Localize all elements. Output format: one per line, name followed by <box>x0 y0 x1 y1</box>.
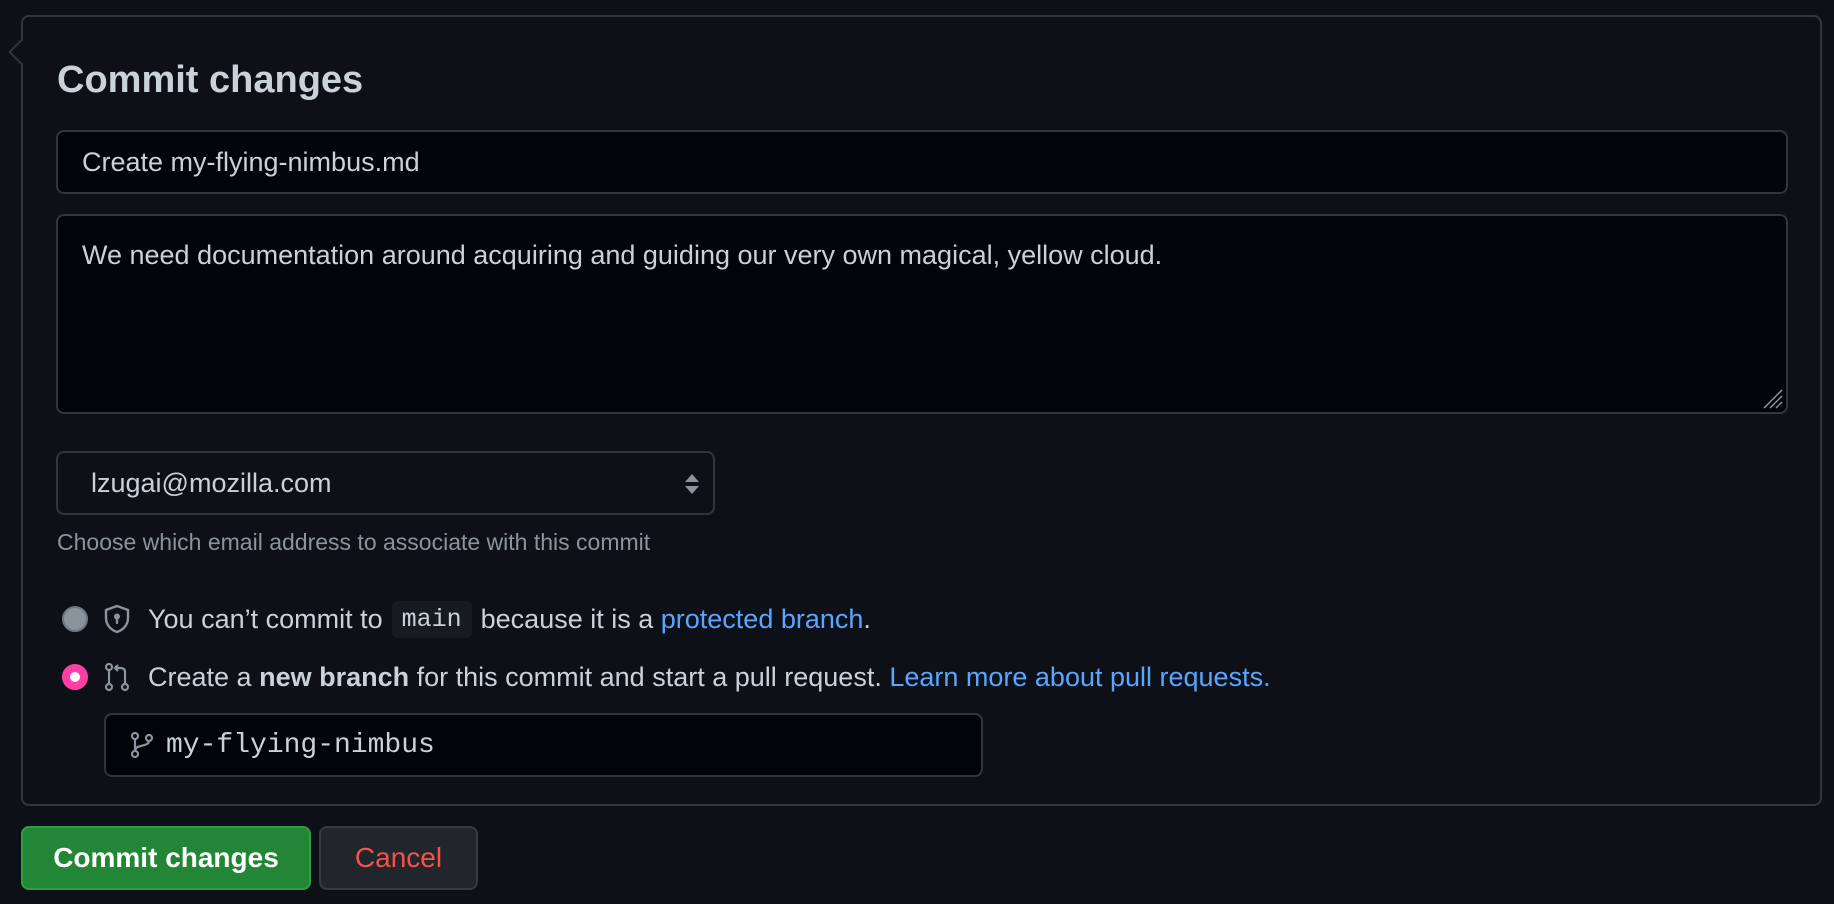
git-pull-request-icon <box>102 662 132 692</box>
radio-commit-direct <box>62 606 88 632</box>
option-new-branch-bold: new branch <box>259 661 410 692</box>
email-hint: Choose which email address to associate … <box>57 529 651 555</box>
option-direct-text-after: . <box>863 603 871 634</box>
option-new-branch[interactable]: Create a new branch for this commit and … <box>62 657 1271 697</box>
shield-lock-icon <box>102 604 132 634</box>
dialog-title: Commit changes <box>57 59 364 101</box>
option-direct-text-middle: because it is a <box>480 603 654 634</box>
commit-dialog: Commit changes We need documentation aro… <box>8 15 1822 806</box>
option-direct-text-before: You can’t commit to <box>148 603 383 634</box>
cancel-button[interactable]: Cancel <box>319 826 478 890</box>
select-arrows-icon <box>685 474 699 494</box>
email-select-value: lzugai@mozilla.com <box>91 468 332 498</box>
commit-changes-button[interactable]: Commit changes <box>21 826 311 890</box>
protected-branch-link[interactable]: protected branch <box>661 604 864 635</box>
learn-more-pull-requests-link[interactable]: Learn more about pull requests. <box>889 662 1270 693</box>
option-new-branch-text-before: Create a <box>148 661 252 692</box>
new-branch-field[interactable] <box>104 713 983 777</box>
new-branch-input[interactable] <box>166 715 966 775</box>
option-new-branch-text-after: for this commit and start a pull request… <box>416 661 882 692</box>
option-commit-direct: You can’t commit to main because it is a… <box>62 599 871 639</box>
radio-new-branch[interactable] <box>62 664 88 690</box>
git-branch-icon <box>130 731 154 759</box>
commit-summary-input[interactable] <box>56 130 1788 194</box>
resize-grip-icon[interactable] <box>1761 387 1783 409</box>
email-select[interactable]: lzugai@mozilla.com <box>56 451 715 515</box>
branch-code-main: main <box>391 600 472 638</box>
commit-description-textarea[interactable]: We need documentation around acquiring a… <box>56 214 1788 414</box>
dialog-caret <box>8 39 34 65</box>
